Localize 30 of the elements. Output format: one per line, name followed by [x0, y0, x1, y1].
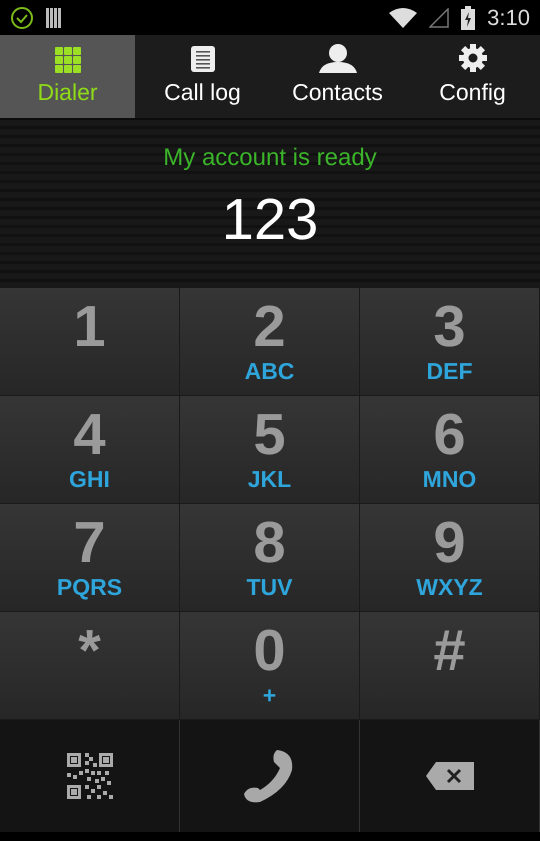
tab[interactable]: Contacts	[270, 35, 405, 118]
check-circle-icon	[10, 6, 34, 30]
battery-icon	[461, 6, 476, 30]
qr-code-icon	[66, 753, 112, 799]
dial-key[interactable]: 6 MNO	[360, 396, 540, 504]
dialed-number: 123	[222, 186, 318, 253]
person-icon	[318, 43, 358, 73]
dial-key[interactable]: *	[0, 612, 180, 720]
tab[interactable]: Config	[405, 35, 540, 118]
dial-key[interactable]: 3 DEF	[360, 288, 540, 396]
tab[interactable]: Dialer	[0, 35, 135, 118]
dial-key[interactable]: 7 PQRS	[0, 504, 180, 612]
signal-icon	[429, 8, 450, 28]
clock-time: 3:10	[487, 4, 530, 30]
dial-key[interactable]: 9 WXYZ	[360, 504, 540, 612]
backspace-icon	[426, 762, 474, 790]
dial-key[interactable]: 8 TUV	[180, 504, 360, 612]
tab[interactable]: Call log	[135, 35, 270, 118]
dial-key[interactable]: 0 +	[180, 612, 360, 720]
settings-icon	[458, 43, 488, 73]
dial-key[interactable]: 4 GHI	[0, 396, 180, 504]
dial-key[interactable]: 2 ABC	[180, 288, 360, 396]
keypad-icon	[54, 47, 80, 73]
dial-key[interactable]: #	[360, 612, 540, 720]
bars-icon	[46, 8, 64, 28]
document-icon	[190, 45, 216, 73]
dial-key[interactable]: 5 JKL	[180, 396, 360, 504]
account-status: My account is ready	[163, 144, 377, 172]
wifi-icon	[389, 8, 418, 28]
dial-key[interactable]: 1	[0, 288, 180, 396]
